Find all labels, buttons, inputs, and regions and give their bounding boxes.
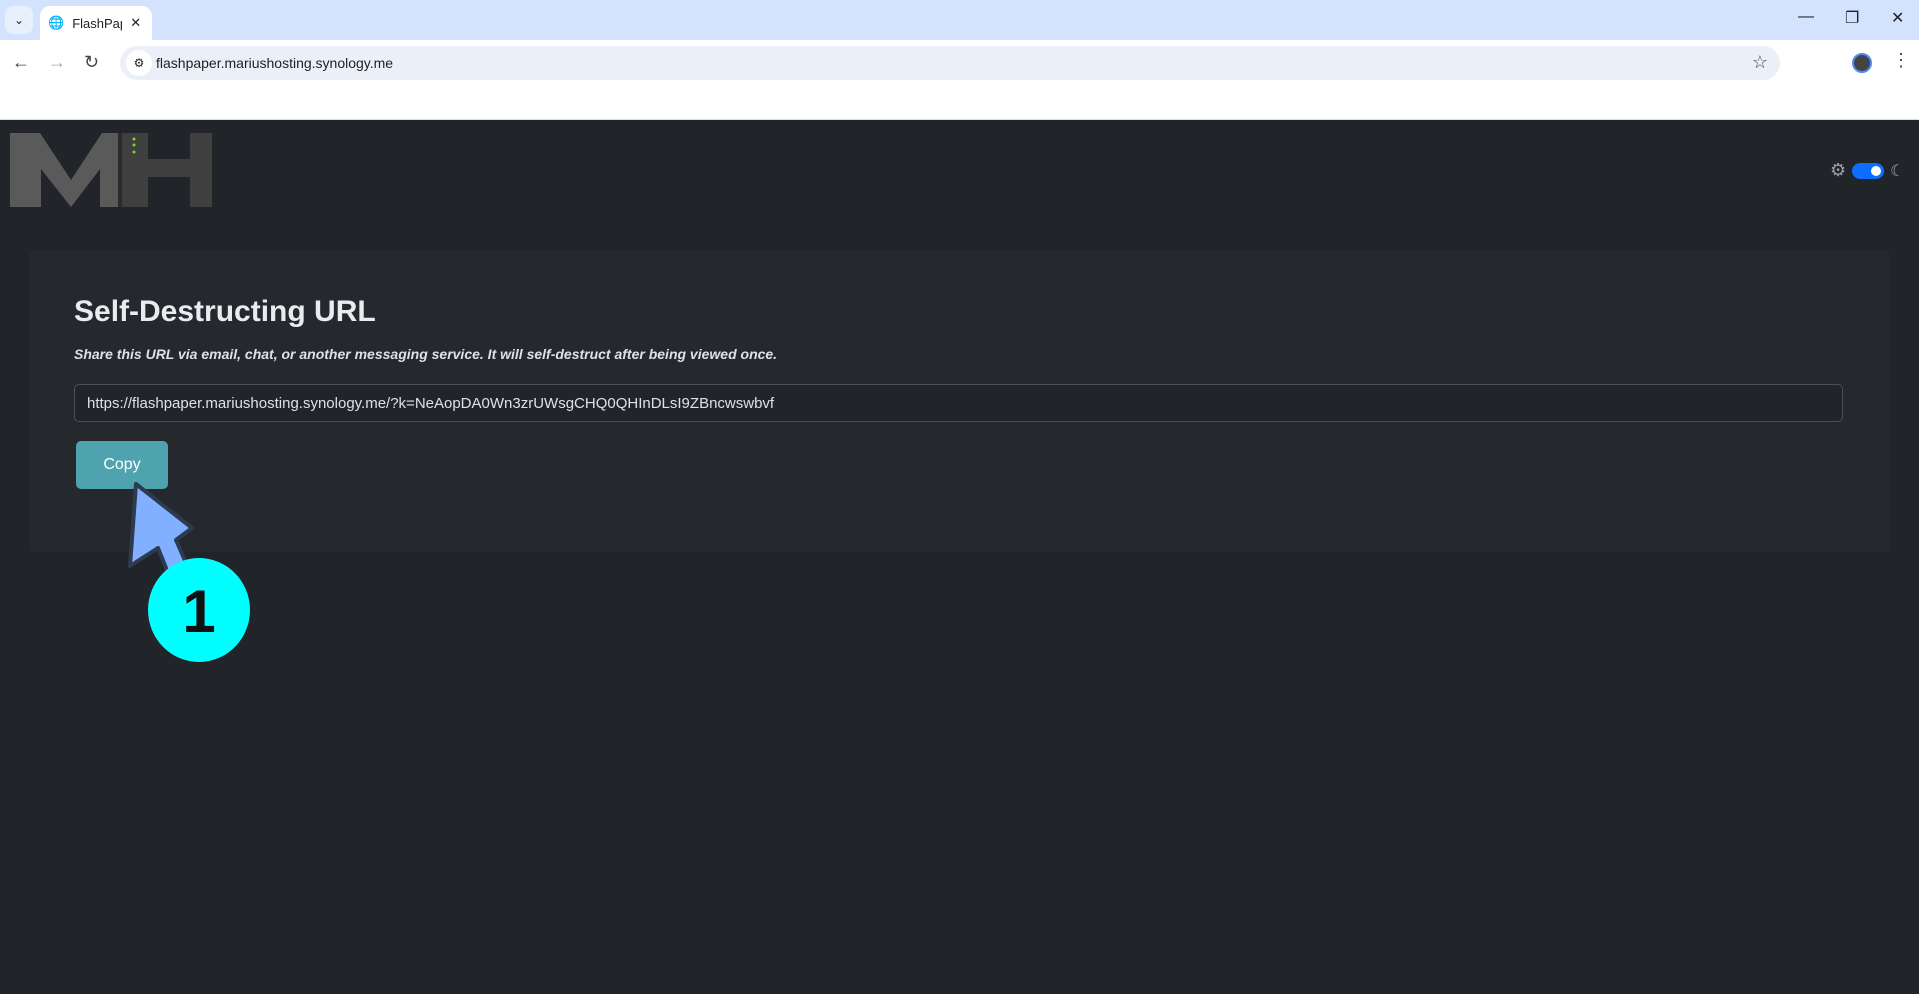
close-tab-icon[interactable]: ✕ (130, 15, 141, 31)
profile-avatar[interactable] (1852, 53, 1872, 73)
moon-icon: ☾ (1890, 162, 1905, 180)
browser-tab-bar: ⌄ 🌐 FlashPaper ✕ — ❐ ✕ (0, 0, 1919, 40)
secret-url-field[interactable] (74, 384, 1843, 422)
annotation-step-number: 1 (182, 578, 215, 645)
globe-icon: 🌐 (48, 15, 65, 30)
address-text: flashpaper.mariushosting.synology.me (156, 55, 394, 71)
copy-button[interactable]: Copy (76, 441, 168, 489)
site-info-icon[interactable]: ⚙ (126, 50, 152, 76)
forward-icon[interactable]: → (48, 52, 66, 73)
instructions-text: Share this URL via email, chat, or anoth… (74, 346, 778, 362)
restore-icon[interactable]: ❐ (1845, 8, 1859, 28)
theme-switcher: ⚙ ☾ (1830, 160, 1904, 181)
tab-title: FlashPaper (72, 15, 122, 31)
annotation-step-circle (148, 558, 250, 662)
browser-toolbar: ← → ↻ ⚙ flashpaper.mariushosting.synolog… (0, 40, 1919, 120)
address-bar[interactable]: ⚙ flashpaper.mariushosting.synology.me ☆ (120, 46, 1780, 80)
minimize-icon[interactable]: — (1798, 8, 1814, 26)
dark-mode-toggle[interactable] (1852, 162, 1885, 179)
mh-logo[interactable] (10, 133, 212, 207)
close-window-icon[interactable]: ✕ (1891, 8, 1904, 28)
bookmark-star-icon[interactable]: ☆ (1752, 52, 1768, 73)
browser-tab[interactable]: 🌐 FlashPaper ✕ (40, 6, 152, 40)
back-icon[interactable]: ← (12, 52, 30, 73)
page-title: Self-Destructing URL (74, 295, 376, 328)
sun-gear-icon: ⚙ (1830, 160, 1847, 180)
tab-search-button[interactable]: ⌄ (5, 6, 33, 34)
more-menu-icon[interactable]: ⋮ (1892, 50, 1910, 71)
reload-icon[interactable]: ↻ (84, 52, 99, 73)
